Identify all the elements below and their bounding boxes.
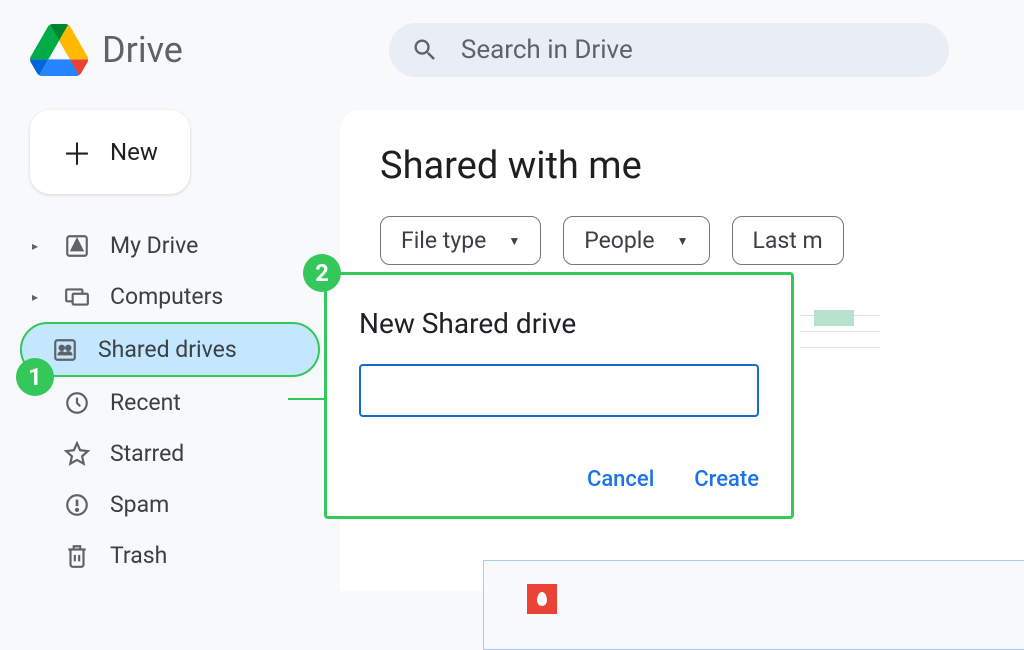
sidebar-item-recent[interactable]: Recent xyxy=(20,377,320,428)
filter-last-modified[interactable]: Last m xyxy=(732,216,844,265)
filter-people[interactable]: People ▼ xyxy=(563,216,709,265)
drive-logo-icon xyxy=(30,24,88,76)
new-button[interactable]: ＋ New xyxy=(30,110,190,194)
plus-icon: ＋ xyxy=(62,130,92,174)
background-cell xyxy=(814,310,854,326)
filter-chips: File type ▼ People ▼ Last m xyxy=(380,216,984,265)
annotation-connector xyxy=(288,398,328,400)
page-title: Shared with me xyxy=(380,144,984,188)
shared-drive-name-input[interactable] xyxy=(359,364,759,417)
sidebar: ＋ New ▸ My Drive ▸ Computers xyxy=(0,100,340,591)
search-icon xyxy=(411,36,439,64)
filter-file-type[interactable]: File type ▼ xyxy=(380,216,541,265)
expand-icon: ▸ xyxy=(32,239,44,253)
location-marker-icon xyxy=(527,584,557,614)
chip-label: File type xyxy=(401,227,486,254)
sidebar-item-trash[interactable]: Trash xyxy=(20,530,320,581)
spam-icon xyxy=(64,492,90,518)
chevron-down-icon: ▼ xyxy=(677,234,689,248)
sidebar-item-starred[interactable]: Starred xyxy=(20,428,320,479)
cancel-button[interactable]: Cancel xyxy=(587,467,654,492)
expand-icon: ▸ xyxy=(32,290,44,304)
computers-icon xyxy=(64,284,90,310)
sidebar-item-label: Computers xyxy=(110,283,223,310)
sidebar-item-label: Recent xyxy=(110,389,181,416)
star-icon xyxy=(64,441,90,467)
chip-label: People xyxy=(584,227,654,254)
sidebar-item-label: Shared drives xyxy=(98,336,237,363)
shared-drives-icon xyxy=(52,337,78,363)
sidebar-item-my-drive[interactable]: ▸ My Drive xyxy=(20,220,320,271)
nav-list: ▸ My Drive ▸ Computers Shared drives xyxy=(20,220,320,581)
clock-icon xyxy=(64,390,90,416)
chip-label: Last m xyxy=(753,227,823,254)
sidebar-item-label: My Drive xyxy=(110,232,198,259)
search-input[interactable] xyxy=(461,35,927,65)
create-button[interactable]: Create xyxy=(694,467,759,492)
dialog-actions: Cancel Create xyxy=(359,467,759,492)
chevron-down-icon: ▼ xyxy=(508,234,520,248)
drive-logo-area[interactable]: Drive xyxy=(30,24,183,76)
sidebar-item-label: Starred xyxy=(110,440,184,467)
new-shared-drive-dialog: New Shared drive Cancel Create xyxy=(324,272,794,519)
search-bar[interactable] xyxy=(389,23,949,77)
sidebar-item-label: Spam xyxy=(110,491,169,518)
background-box xyxy=(483,560,1024,650)
sidebar-item-shared-drives[interactable]: Shared drives xyxy=(20,322,320,377)
new-button-label: New xyxy=(110,138,158,166)
my-drive-icon xyxy=(64,233,90,259)
trash-icon xyxy=(64,543,90,569)
dialog-title: New Shared drive xyxy=(359,307,759,340)
sidebar-item-label: Trash xyxy=(110,542,167,569)
annotation-badge-1: 1 xyxy=(16,358,54,396)
annotation-badge-2: 2 xyxy=(303,254,341,292)
sidebar-item-spam[interactable]: Spam xyxy=(20,479,320,530)
sidebar-item-computers[interactable]: ▸ Computers xyxy=(20,271,320,322)
logo-text: Drive xyxy=(102,29,183,71)
